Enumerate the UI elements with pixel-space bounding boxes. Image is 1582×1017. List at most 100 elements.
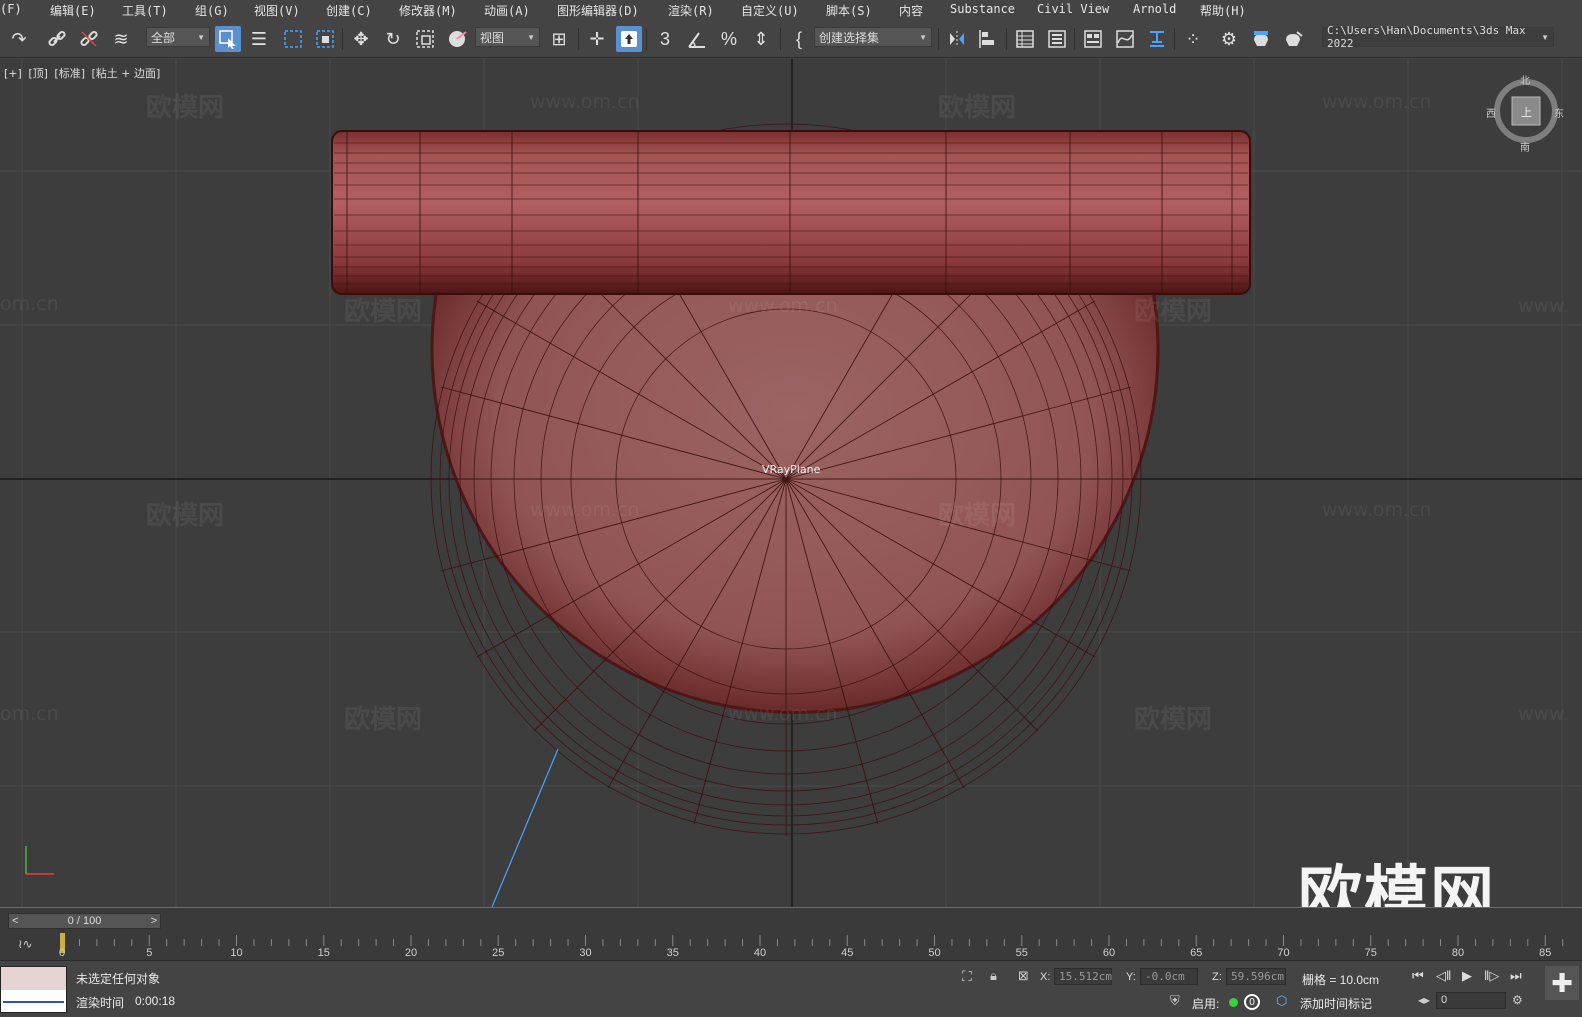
- curve-editor-mini-icon[interactable]: ≀∿: [18, 937, 33, 951]
- tick-label: 5: [146, 947, 153, 959]
- viewport-label[interactable]: [+] [顶] [标准] [粘土 + 边面]: [4, 65, 163, 81]
- time-configuration-icon[interactable]: ⚙: [1512, 993, 1523, 1007]
- curve-editor-icon[interactable]: [1112, 26, 1138, 52]
- lock-selection-icon[interactable]: 🔒︎: [990, 968, 997, 984]
- percent-snap-icon[interactable]: %: [716, 26, 742, 52]
- viewport-navigation-plus-button[interactable]: ✚: [1545, 966, 1579, 1000]
- rectangular-selection-icon[interactable]: [280, 26, 306, 52]
- scale-icon[interactable]: [412, 26, 438, 52]
- menu-tools[interactable]: 工具(T): [122, 2, 168, 19]
- select-object-icon[interactable]: [215, 26, 241, 52]
- watermark-url: om.cn: [0, 293, 59, 315]
- edit-named-selection-icon[interactable]: {: [786, 26, 812, 52]
- menu-help[interactable]: 帮助(H): [1200, 2, 1246, 19]
- next-frame-icon[interactable]: ‖▷: [1484, 968, 1499, 984]
- viewport-shading[interactable]: [粘土 + 边面]: [92, 67, 161, 80]
- chevron-down-icon: ▼: [1541, 32, 1549, 42]
- unlink-icon[interactable]: [76, 26, 102, 52]
- menu-create[interactable]: 创建(C): [326, 2, 372, 19]
- cylinder-object[interactable]: [331, 130, 1251, 295]
- scene-explorer-icon[interactable]: [1012, 26, 1038, 52]
- menu-civil-view[interactable]: Civil View: [1037, 2, 1109, 16]
- pivot-center-icon[interactable]: ⊞: [546, 26, 572, 52]
- previous-frame-icon[interactable]: ◁‖: [1436, 968, 1451, 984]
- select-manipulate-icon[interactable]: ✛: [584, 26, 610, 52]
- place-icon[interactable]: [444, 26, 470, 52]
- link-icon[interactable]: [44, 26, 70, 52]
- maxscript-listener-mini[interactable]: [0, 966, 67, 1013]
- rotate-icon[interactable]: ↻: [380, 26, 406, 52]
- enable-count-badge[interactable]: 0: [1244, 994, 1260, 1010]
- schematic-view-icon[interactable]: [1144, 26, 1170, 52]
- menu-animation[interactable]: 动画(A): [484, 2, 530, 19]
- menu-group[interactable]: 组(G): [195, 2, 229, 19]
- menu-substance[interactable]: Substance: [950, 2, 1015, 16]
- render-setup-icon[interactable]: ⚙: [1216, 26, 1242, 52]
- viewcube[interactable]: 北 南 西 东 上: [1486, 72, 1570, 154]
- spinner-snap-icon[interactable]: ⇕: [748, 26, 774, 52]
- menu-scripting[interactable]: 脚本(S): [826, 2, 872, 19]
- key-mode-toggle-icon[interactable]: ◂▸: [1418, 993, 1430, 1007]
- x-coordinate-field[interactable]: 15.512cm: [1054, 968, 1112, 985]
- viewport-top[interactable]: [+] [顶] [标准] [粘土 + 边面] 欧模网 www.om.cn 欧模网…: [0, 59, 1582, 907]
- menu-modifiers[interactable]: 修改器(M): [399, 2, 457, 19]
- reference-coordinate-dropdown[interactable]: 视图 ▼: [475, 27, 540, 47]
- watermark: 欧模网: [1134, 705, 1213, 735]
- menu-edit[interactable]: 编辑(E): [50, 2, 96, 19]
- menu-view[interactable]: 视图(V): [254, 2, 300, 19]
- bind-space-warp-icon[interactable]: ≋: [108, 26, 134, 52]
- mirror-icon[interactable]: [944, 26, 970, 52]
- go-to-end-icon[interactable]: ⏭: [1510, 968, 1522, 984]
- select-by-name-icon[interactable]: ☰: [246, 26, 272, 52]
- material-editor-icon[interactable]: ⁘: [1180, 26, 1206, 52]
- viewcube-north[interactable]: 北: [1520, 72, 1530, 87]
- track-bar-ticks[interactable]: 0 5 10 15 20 25 30 35 40 45 50 55 60 65 …: [59, 933, 1572, 961]
- menu-content[interactable]: 内容: [899, 2, 923, 19]
- align-icon[interactable]: [976, 26, 1002, 52]
- time-slider[interactable]: < 0 / 100 >: [0, 907, 1582, 933]
- menu-graph-editors[interactable]: 图形编辑器(D): [557, 2, 639, 19]
- layer-explorer-icon[interactable]: [1044, 26, 1070, 52]
- menu-customize[interactable]: 自定义(U): [741, 2, 799, 19]
- viewcube-top-face[interactable]: 上: [1521, 104, 1532, 120]
- menu-rendering[interactable]: 渲染(R): [668, 2, 714, 19]
- redo-icon[interactable]: ↷: [6, 26, 32, 52]
- toolbar-separator: [938, 28, 939, 50]
- absolute-mode-transform-icon[interactable]: ⊠: [1018, 968, 1029, 984]
- viewcube-south[interactable]: 南: [1520, 139, 1530, 154]
- viewcube-east[interactable]: 东: [1554, 105, 1564, 120]
- viewport-standard[interactable]: [标准]: [54, 67, 85, 80]
- isolate-selection-icon[interactable]: ⛶: [962, 968, 972, 985]
- viewcube-west[interactable]: 西: [1486, 105, 1496, 120]
- window-crossing-icon[interactable]: [312, 26, 338, 52]
- rendered-frame-window-icon[interactable]: [1248, 26, 1274, 52]
- cube-icon[interactable]: ⬡: [1276, 993, 1287, 1009]
- project-path-dropdown[interactable]: C:\Users\Han\Documents\3ds Max 2022 ▼: [1322, 24, 1554, 50]
- maxscript-input-area[interactable]: [1, 967, 66, 990]
- current-frame-field[interactable]: 0: [1436, 992, 1506, 1009]
- track-bar[interactable]: ≀∿ 0 5 10 15 20 25 30 35 40 45 50 55 60 …: [0, 933, 1582, 961]
- time-slider-next-button[interactable]: >: [151, 915, 157, 927]
- add-time-tag-button[interactable]: 添加时间标记: [1300, 995, 1372, 1012]
- viewport-menu-plus[interactable]: [+]: [4, 67, 22, 80]
- snaps-toggle-icon[interactable]: 3: [652, 26, 678, 52]
- move-icon[interactable]: ✥: [348, 26, 374, 52]
- menu-arnold[interactable]: Arnold: [1133, 2, 1176, 16]
- render-production-icon[interactable]: [1280, 26, 1306, 52]
- ribbon-toggle-icon[interactable]: [1080, 26, 1106, 52]
- time-slider-value[interactable]: 0 / 100: [18, 915, 150, 927]
- play-icon[interactable]: ▶: [1462, 968, 1472, 984]
- shield-icon[interactable]: ⛨: [1170, 993, 1180, 1009]
- watermark: 欧模网: [344, 297, 423, 327]
- menu-file[interactable]: (F): [0, 2, 22, 16]
- tick-label: 30: [579, 947, 592, 959]
- angle-snap-icon[interactable]: [684, 26, 710, 52]
- z-coordinate-field[interactable]: 59.596cm: [1226, 968, 1286, 985]
- time-slider-track[interactable]: < 0 / 100 >: [8, 913, 161, 929]
- keyboard-shortcut-override-icon[interactable]: [616, 26, 642, 52]
- selection-filter-dropdown[interactable]: 全部 ▼: [146, 27, 210, 47]
- go-to-start-icon[interactable]: ⏮: [1412, 968, 1424, 984]
- y-coordinate-field[interactable]: -0.0cm: [1140, 968, 1198, 985]
- named-selection-dropdown[interactable]: 创建选择集 ▼: [814, 27, 932, 47]
- viewport-point-of-view[interactable]: [顶]: [28, 67, 48, 80]
